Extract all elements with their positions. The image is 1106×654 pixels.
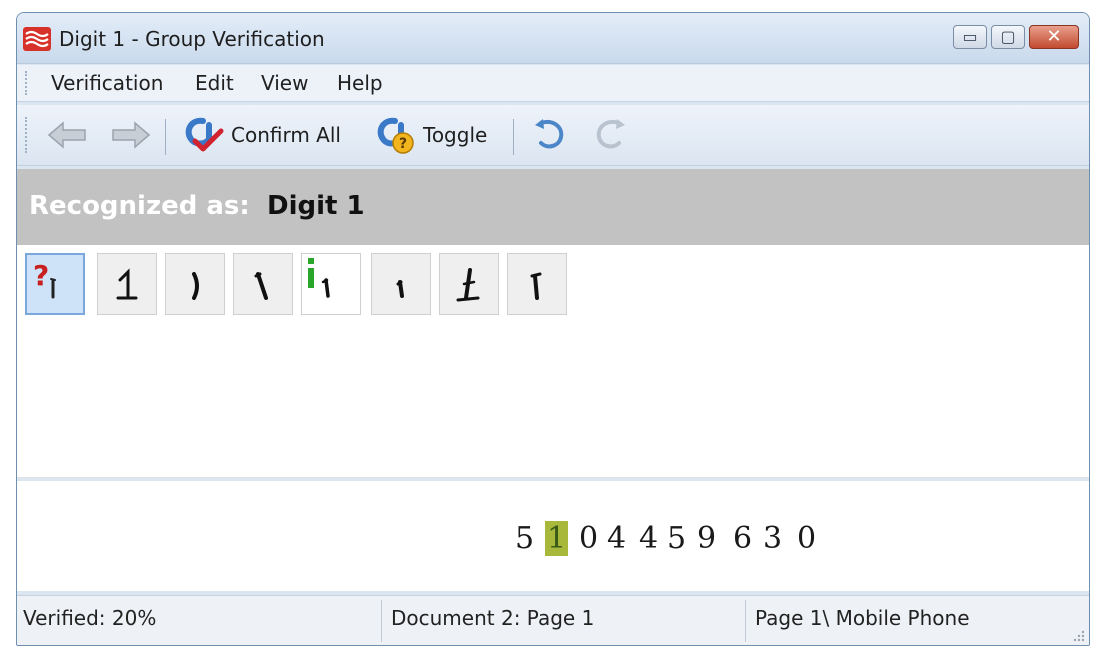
handwritten-one-glyph: [530, 272, 542, 300]
recognized-as-label: Recognized as:: [29, 191, 250, 221]
undo-button[interactable]: [531, 115, 567, 155]
confirm-all-label: Confirm All: [231, 123, 341, 147]
menu-help[interactable]: Help: [337, 71, 383, 95]
info-marker-icon: [308, 258, 330, 298]
confirm-all-icon: [185, 117, 224, 152]
window-title: Digit 1 - Group Verification: [59, 27, 325, 51]
character-tile[interactable]: [301, 253, 361, 315]
character-tile[interactable]: [507, 253, 567, 315]
verified-status: Verified: 20%: [23, 606, 157, 630]
minimize-button[interactable]: ▭: [953, 25, 987, 49]
question-mark-icon: ?: [33, 259, 56, 299]
window-controls: ▭ ▢ ✕: [953, 25, 1079, 51]
handwritten-one-glyph: [116, 268, 138, 300]
menu-grip[interactable]: [25, 71, 30, 95]
toolbar-separator: [165, 119, 166, 155]
handwritten-one-glyph: [396, 280, 404, 298]
undo-icon: [535, 119, 564, 149]
toolbar: Confirm All ? Toggle: [17, 105, 1089, 166]
character-tile[interactable]: [233, 253, 293, 315]
redo-button[interactable]: [593, 115, 629, 155]
context-digit: 0: [797, 521, 817, 556]
status-divider: [381, 600, 382, 642]
toggle-button[interactable]: ? Toggle: [373, 115, 487, 155]
redo-icon: [596, 119, 625, 149]
app-logo-icon: [23, 27, 51, 51]
handwritten-one-glyph: [456, 268, 480, 302]
svg-text:?: ?: [399, 136, 407, 152]
context-digit: 4: [639, 521, 659, 556]
arrow-left-icon: [47, 121, 86, 149]
recognized-as-value: Digit 1: [267, 191, 365, 221]
close-icon: ✕: [1046, 26, 1062, 47]
character-tile[interactable]: [371, 253, 431, 315]
toggle-label: Toggle: [423, 123, 488, 147]
handwritten-one-glyph: [254, 272, 268, 300]
toolbar-grip[interactable]: [25, 117, 27, 153]
context-preview: 5 1 0 4 4 5 9 6 3 0: [17, 481, 1089, 591]
context-digit: 5: [667, 521, 687, 556]
menu-edit[interactable]: Edit: [195, 71, 234, 95]
context-digit-highlighted: 1: [545, 521, 569, 556]
character-tile[interactable]: ?: [25, 253, 85, 315]
status-divider: [745, 600, 746, 642]
minimize-icon: ▭: [962, 27, 978, 46]
character-tile[interactable]: [165, 253, 225, 315]
character-tile[interactable]: [439, 253, 499, 315]
document-status: Document 2: Page 1: [391, 606, 595, 630]
confirm-all-button[interactable]: Confirm All: [179, 115, 341, 155]
handwritten-one-glyph: [192, 272, 199, 300]
menu-verification[interactable]: Verification: [51, 71, 163, 95]
app-window: Digit 1 - Group Verification ▭ ▢ ✕ Verif…: [16, 12, 1090, 646]
character-tile[interactable]: [97, 253, 157, 315]
menu-bar: Verification Edit View Help: [17, 65, 1089, 102]
character-tiles-panel: ?: [17, 245, 1089, 478]
context-digit: 3: [763, 521, 783, 556]
location-status: Page 1\ Mobile Phone: [755, 606, 970, 630]
resize-grip-icon[interactable]: [1071, 628, 1085, 642]
toolbar-separator: [513, 119, 514, 155]
context-digit: 0: [579, 521, 599, 556]
forward-button[interactable]: [109, 115, 151, 155]
menu-view[interactable]: View: [261, 71, 308, 95]
arrow-right-icon: [112, 121, 151, 149]
maximize-button[interactable]: ▢: [991, 25, 1025, 49]
recognized-as-header: Recognized as: Digit 1: [17, 169, 1089, 245]
maximize-icon: ▢: [1000, 27, 1016, 46]
close-button[interactable]: ✕: [1029, 25, 1079, 49]
svg-text:?: ?: [33, 259, 49, 292]
context-digit: 6: [733, 521, 753, 556]
title-bar[interactable]: Digit 1 - Group Verification ▭ ▢ ✕: [17, 13, 1089, 64]
toggle-icon: ?: [377, 117, 414, 154]
context-digit: 4: [607, 521, 627, 556]
status-bar: Verified: 20% Document 2: Page 1 Page 1\…: [17, 595, 1089, 645]
context-digit: 5: [515, 521, 535, 556]
context-digit: 9: [697, 521, 717, 556]
back-button[interactable]: [47, 115, 89, 155]
